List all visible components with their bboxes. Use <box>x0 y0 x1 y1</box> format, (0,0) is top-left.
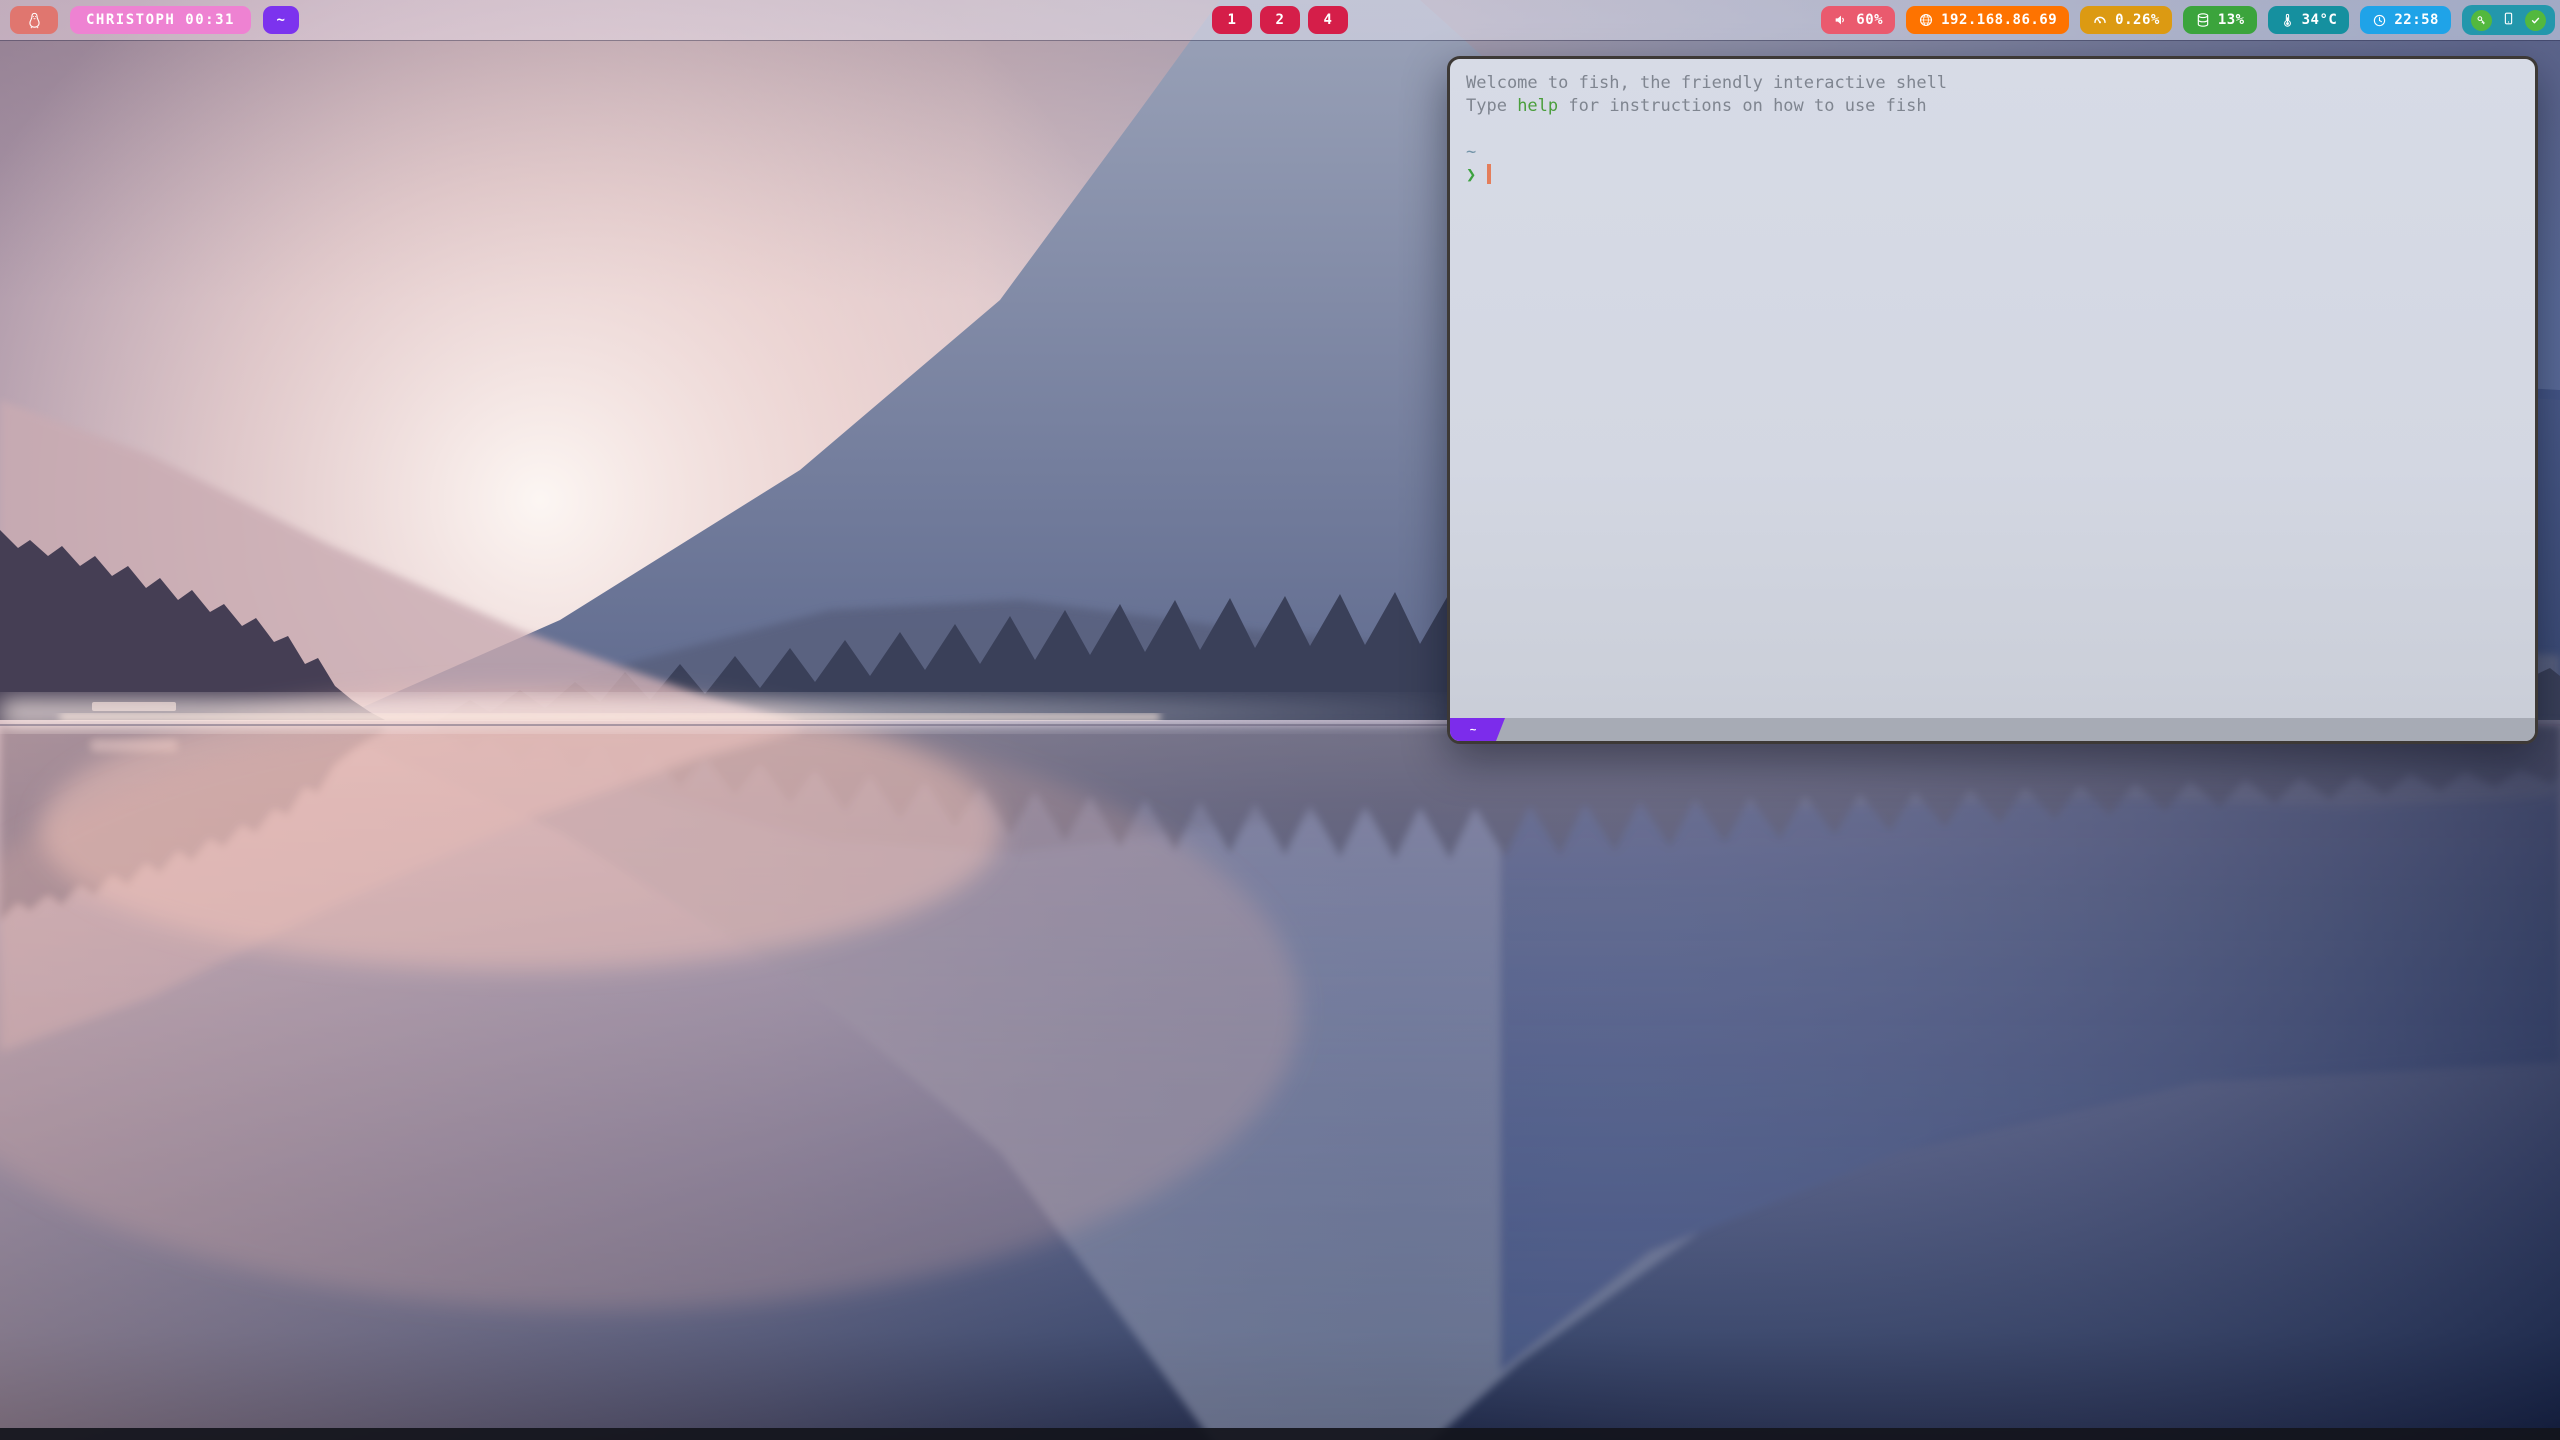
bar-left-group: CHRISTOPH 00:31 ~ <box>10 6 299 34</box>
phone-icon[interactable] <box>2501 11 2516 30</box>
gauge-icon <box>2092 12 2108 28</box>
check-icon[interactable] <box>2525 10 2546 31</box>
greeting-text: Type <box>1466 96 1517 116</box>
workspace-button-1[interactable]: 1 <box>1212 6 1252 34</box>
terminal-window[interactable]: Welcome to fish, the friendly interactiv… <box>1447 56 2538 744</box>
volume-value: 60% <box>1856 12 1883 28</box>
clock-value: 22:58 <box>2394 12 2439 28</box>
cpu-widget[interactable]: 0.26% <box>2080 6 2172 34</box>
memory-value: 13% <box>2218 12 2245 28</box>
help-keyword: help <box>1517 96 1558 116</box>
temperature-value: 34°C <box>2302 12 2338 28</box>
terminal-output[interactable]: Welcome to fish, the friendly interactiv… <box>1450 59 2535 718</box>
host-clock-badge[interactable]: CHRISTOPH 00:31 <box>70 6 251 34</box>
network-widget[interactable]: 192.168.86.69 <box>1906 6 2069 34</box>
ip-address: 192.168.86.69 <box>1941 12 2057 28</box>
prompt-symbol: ❯ <box>1466 165 1476 185</box>
workspace-button-2[interactable]: 2 <box>1260 6 1300 34</box>
clock-widget[interactable]: 22:58 <box>2360 6 2451 34</box>
prompt-line[interactable]: ❯ <box>1466 164 2519 187</box>
memory-widget[interactable]: 13% <box>2183 6 2257 34</box>
terminal-cursor <box>1487 164 1491 184</box>
distro-button[interactable] <box>10 6 58 34</box>
desktop: CHRISTOPH 00:31 ~ 1 2 4 60% <box>0 0 2560 1440</box>
terminal-tab-home[interactable]: ~ <box>1450 718 1505 741</box>
globe-icon <box>1918 12 1934 28</box>
key-icon[interactable] <box>2471 10 2492 31</box>
thermometer-icon <box>2280 13 2295 28</box>
fish-greeting-line2: Type help for instructions on how to use… <box>1466 95 2519 118</box>
fish-greeting-line1: Welcome to fish, the friendly interactiv… <box>1466 72 2519 95</box>
status-bar: CHRISTOPH 00:31 ~ 1 2 4 60% <box>0 0 2560 40</box>
greeting-text-2: for instructions on how to use fish <box>1558 96 1926 116</box>
workspace-button-4[interactable]: 4 <box>1308 6 1348 34</box>
status-tray <box>2462 5 2555 35</box>
cpu-value: 0.26% <box>2115 12 2160 28</box>
terminal-tab-bar: ~ <box>1450 718 2535 741</box>
speaker-icon <box>1833 12 1849 28</box>
blank-line <box>1466 118 2519 141</box>
volume-widget[interactable]: 60% <box>1821 6 1895 34</box>
prompt-path: ~ <box>1466 141 2519 164</box>
temperature-widget[interactable]: 34°C <box>2268 6 2350 34</box>
workspace-switcher: 1 2 4 <box>1212 6 1348 34</box>
layout-indicator-badge[interactable]: ~ <box>263 6 299 34</box>
clock-icon <box>2372 13 2387 28</box>
bar-right-group: 60% 192.168.86.69 <box>1821 5 2555 35</box>
linux-icon <box>25 11 44 30</box>
database-icon <box>2195 12 2211 28</box>
